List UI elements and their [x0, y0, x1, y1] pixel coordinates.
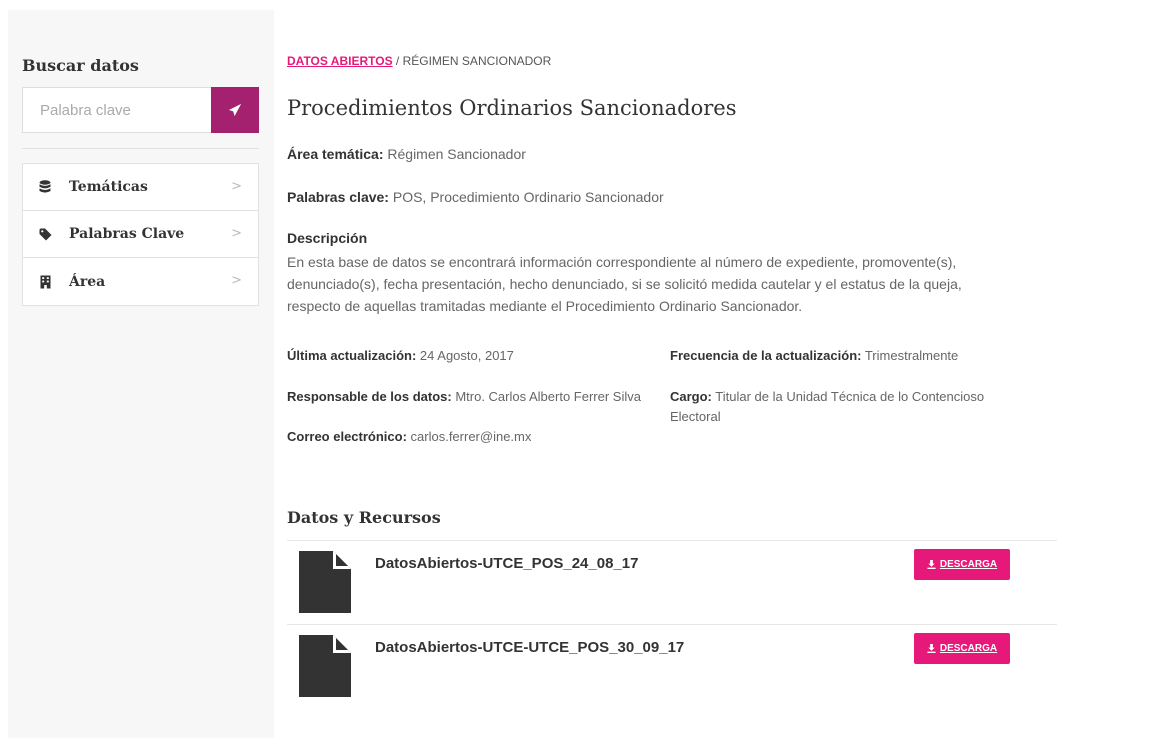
data-owner-label: Responsable de los datos:: [287, 389, 452, 404]
filter-label-area: Área: [69, 273, 106, 290]
chevron-right-icon: >: [231, 179, 242, 194]
download-label: DESCARGA: [939, 559, 998, 570]
search-button[interactable]: [211, 87, 259, 133]
filter-label-tematicas: Temáticas: [69, 179, 148, 195]
palabras-clave-label: Palabras clave:: [287, 189, 389, 205]
resource-name: DatosAbiertos-UTCE_POS_24_08_17: [375, 555, 639, 572]
sidebar-divider: [22, 148, 259, 149]
breadcrumb-current: RÉGIMEN SANCIONADOR: [402, 54, 552, 68]
download-icon: [927, 560, 936, 569]
resource-row: DatosAbiertos-UTCE-UTCE_POS_30_09_17 DES…: [287, 624, 1057, 708]
download-button[interactable]: DESCARGA: [914, 549, 1010, 580]
contact-email-label: Correo electrónico:: [287, 429, 407, 444]
breadcrumb-separator: /: [392, 54, 403, 68]
update-frequency: Frecuencia de la actualización: Trimestr…: [670, 346, 958, 366]
description-text: En esta base de datos se encontrará info…: [287, 254, 962, 314]
page-title: Procedimientos Ordinarios Sancionadores: [287, 96, 737, 120]
download-icon: [927, 644, 936, 653]
building-icon: [38, 275, 52, 289]
breadcrumb-link-datos-abiertos[interactable]: DATOS ABIERTOS: [287, 54, 393, 68]
palabras-clave: Palabras clave: POS, Procedimiento Ordin…: [287, 189, 664, 205]
last-updated-value: 24 Agosto, 2017: [416, 348, 514, 363]
file-icon: [299, 551, 351, 613]
data-owner-value: Mtro. Carlos Alberto Ferrer Silva: [451, 389, 641, 404]
area-tematica-label: Área temática:: [287, 146, 384, 162]
owner-position: Cargo: Titular de la Unidad Técnica de l…: [670, 387, 1030, 427]
resources-title: Datos y Recursos: [287, 508, 441, 527]
download-button[interactable]: DESCARGA: [914, 633, 1010, 664]
tag-icon: [38, 227, 52, 241]
update-frequency-label: Frecuencia de la actualización:: [670, 348, 862, 363]
sidebar-title: Buscar datos: [22, 56, 139, 75]
filter-item-area[interactable]: Área >: [23, 258, 258, 305]
chevron-right-icon: >: [231, 273, 242, 288]
last-updated: Última actualización: 24 Agosto, 2017: [287, 346, 514, 366]
data-owner: Responsable de los datos: Mtro. Carlos A…: [287, 387, 641, 407]
resource-row: DatosAbiertos-UTCE_POS_24_08_17 DESCARGA: [287, 540, 1057, 624]
filter-list: Temáticas > Palabras Clave > Área >: [22, 163, 259, 306]
filter-label-palabras-clave: Palabras Clave: [69, 226, 185, 242]
search-box: [22, 87, 259, 133]
search-input[interactable]: [23, 88, 211, 132]
filter-item-palabras-clave[interactable]: Palabras Clave >: [23, 211, 258, 258]
search-sidebar: Buscar datos Temáticas >: [8, 10, 274, 738]
download-label: DESCARGA: [939, 643, 998, 654]
area-tematica-value: Régimen Sancionador: [383, 146, 526, 162]
area-tematica: Área temática: Régimen Sancionador: [287, 146, 526, 162]
resource-name: DatosAbiertos-UTCE-UTCE_POS_30_09_17: [375, 639, 685, 656]
send-icon: [228, 103, 242, 117]
chevron-right-icon: >: [231, 226, 242, 241]
last-updated-label: Última actualización:: [287, 348, 417, 363]
database-icon: [38, 180, 52, 194]
update-frequency-value: Trimestralmente: [861, 348, 959, 363]
contact-email-value[interactable]: carlos.ferrer@ine.mx: [407, 429, 532, 444]
breadcrumb: DATOS ABIERTOS / RÉGIMEN SANCIONADOR: [287, 54, 551, 68]
contact-email: Correo electrónico: carlos.ferrer@ine.mx: [287, 427, 531, 447]
description-title: Descripción: [287, 230, 368, 246]
file-icon: [299, 635, 351, 697]
palabras-clave-value: POS, Procedimiento Ordinario Sancionador: [388, 189, 664, 205]
filter-item-tematicas[interactable]: Temáticas >: [23, 164, 258, 211]
owner-position-value: Titular de la Unidad Técnica de lo Conte…: [670, 389, 985, 424]
owner-position-label: Cargo:: [670, 389, 712, 404]
